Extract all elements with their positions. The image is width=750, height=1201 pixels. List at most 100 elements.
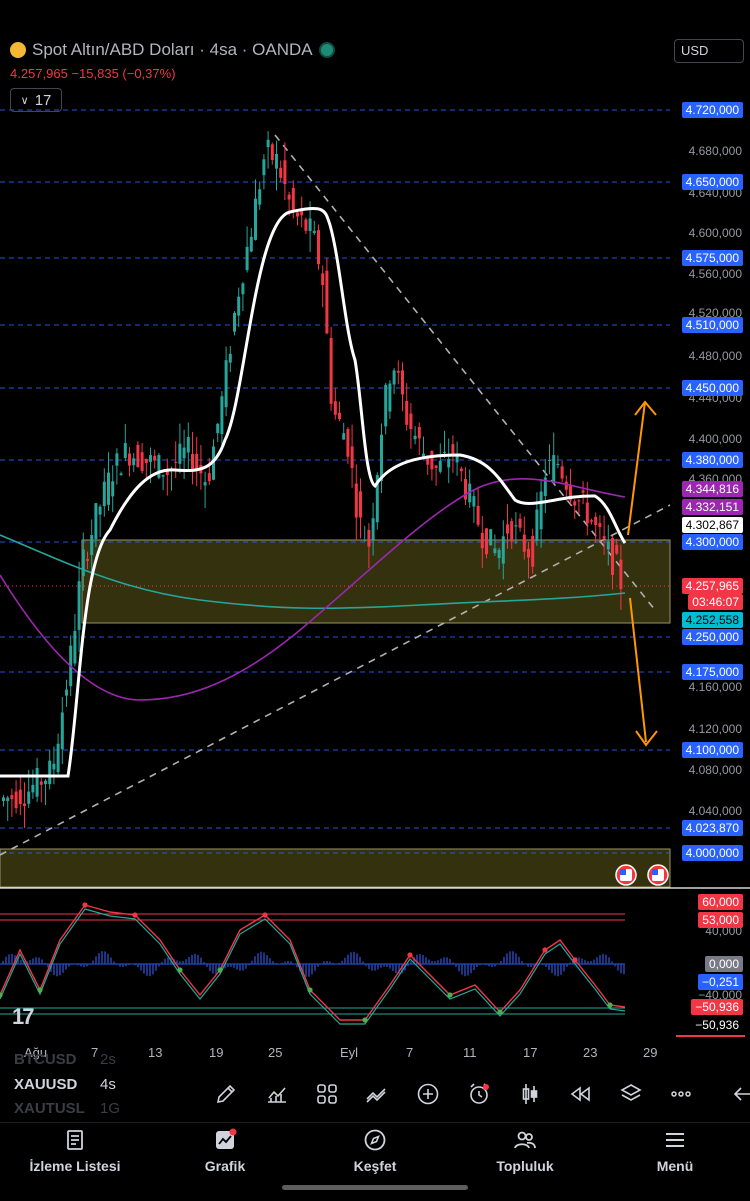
price-level-tag[interactable]: 4.302,867 [682,517,743,533]
time-tick-label: 25 [268,1045,282,1060]
oscillator-histogram-bar [347,955,349,964]
price-level-tag[interactable]: 4.344,816 [682,481,743,497]
replay-icon[interactable] [568,1082,592,1106]
candle-body [262,159,265,175]
price-level-tag[interactable]: 4.510,000 [682,317,743,333]
oscillator-histogram-bar [365,964,367,966]
oscillator-value-tag: 0,000 [705,956,743,972]
compare-icon[interactable] [365,1082,389,1106]
price-level-tag[interactable]: 4.250,000 [682,629,743,645]
oscillator-histogram-bar [41,959,43,964]
more-icon[interactable] [669,1082,693,1106]
candle-body [493,548,496,553]
pencil-icon[interactable] [214,1082,238,1106]
price-level-tag[interactable]: 4.300,000 [682,534,743,550]
candle-body [321,273,324,285]
candle-body [15,792,18,809]
oscillator-histogram-bar [605,955,607,964]
oscillator-histogram-bar [68,964,70,967]
oscillator-histogram-bar [461,964,463,975]
oscillator-histogram-bar [275,963,277,964]
oscillator-histogram-bar [341,961,343,964]
oscillator-histogram-bar [329,962,331,964]
oscillator-histogram-bar [266,955,268,964]
candle-body [241,283,244,294]
oscillator-signal-dot [177,967,182,972]
candle-body [317,230,320,264]
oscillator-histogram-bar [599,955,601,964]
time-tick-label: 11 [463,1045,477,1060]
oscillator-signal-dot [132,912,137,917]
price-level-tag[interactable]: 4.380,000 [682,452,743,468]
candle-body [556,464,559,465]
support-zone [82,540,670,623]
candle-body [283,160,286,184]
oscillator-histogram-bar [281,963,283,964]
nav-menu[interactable]: Menü [615,1128,735,1174]
price-level-tag[interactable]: 4.257,965 [682,578,743,594]
candle-body [351,446,354,468]
oscillator-histogram-bar [374,964,376,971]
price-level-tag[interactable]: 4.023,870 [682,820,743,836]
oscillator-value-tag: 60,000 [698,894,743,910]
oscillator-histogram-bar [593,960,595,964]
oscillator-histogram-bar [350,952,352,964]
oscillator-histogram-bar [338,963,340,964]
layers-icon[interactable] [619,1082,643,1106]
candle-body [44,781,47,784]
symbol-title[interactable]: Spot Altın/ABD Doları · 4sa · OANDA [10,40,335,60]
back-icon[interactable] [728,1082,750,1106]
oscillator-histogram-bar [191,955,193,964]
candle-body [183,448,186,459]
alert-clock-icon[interactable] [467,1082,491,1106]
indicators-icon[interactable] [265,1082,289,1106]
indicators-collapse-button[interactable]: ∨ 17 [10,88,62,112]
oscillator-histogram-bar [194,954,196,964]
oscillator-histogram-bar [377,964,379,969]
candle-type-icon[interactable] [518,1082,542,1106]
currency-select[interactable]: USD [674,39,744,63]
price-level-tag[interactable]: 4.332,151 [682,499,743,515]
price-level-tag[interactable]: 4.252,558 [682,612,743,628]
nav-watchlist[interactable]: İzleme Listesi [15,1128,135,1174]
price-level-tag[interactable]: 03:46:07 [688,594,743,610]
oscillator-histogram-bar [137,964,139,967]
nav-label: İzleme Listesi [29,1158,120,1174]
nav-chart[interactable]: Grafik [165,1128,285,1174]
oscillator-histogram-bar [395,964,397,973]
candle-body [141,452,144,471]
oscillator-histogram-bar [206,964,208,967]
price-level-tag[interactable]: 4.000,000 [682,845,743,861]
oscillator-value-tag: −50,936 [691,1017,743,1033]
price-level-tag[interactable]: 4.175,000 [682,664,743,680]
oscillator-histogram-bar [353,952,355,964]
nav-community[interactable]: Topluluk [465,1128,585,1174]
price-level-tag[interactable]: 4.720,000 [682,102,743,118]
price-level-tag[interactable]: 4.100,000 [682,742,743,758]
oscillator-histogram-bar [128,964,130,965]
price-level-tag[interactable]: 4.450,000 [682,380,743,396]
grid-icon[interactable] [315,1082,339,1106]
candle-body [2,797,5,801]
price-level-tag[interactable]: 4.575,000 [682,250,743,266]
candle-body [577,500,580,501]
price-chart[interactable] [0,0,750,1200]
candle-body [594,517,597,525]
oscillator-histogram-bar [440,959,442,964]
price-level-tag[interactable]: 4.650,000 [682,174,743,190]
up-arrow-line [628,402,645,535]
oscillator-histogram-bar [500,961,502,964]
oscillator-signal-dot [37,987,42,992]
oscillator-histogram-bar [158,964,160,966]
price-tick-label: 4.080,000 [689,763,742,777]
oscillator-histogram-bar [407,964,409,966]
candle-body [128,453,131,465]
nav-explore[interactable]: Keşfet [315,1128,435,1174]
time-tick-label: 13 [148,1045,162,1060]
add-icon[interactable] [416,1082,440,1106]
oscillator-histogram-bar [446,957,448,964]
oscillator-histogram-bar [62,964,64,973]
last-price-change: 4.257,965 −15,835 (−0,37%) [10,66,176,81]
nav-label: Keşfet [354,1158,397,1174]
us-flag-canton [652,869,658,875]
